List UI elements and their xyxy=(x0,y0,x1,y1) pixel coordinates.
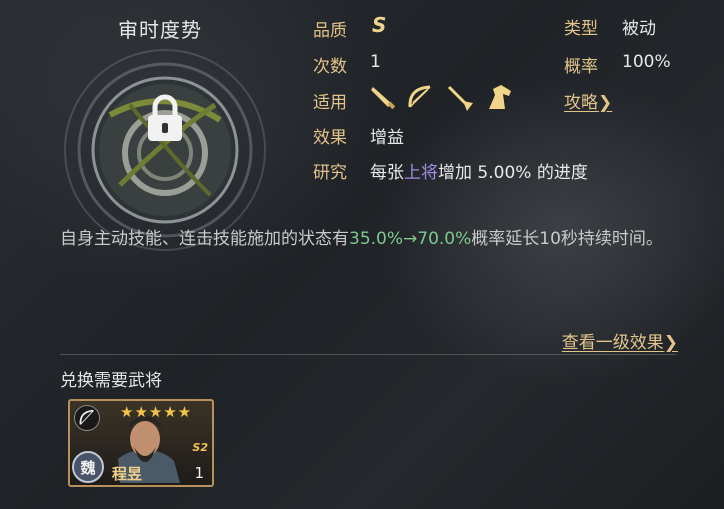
strategy-link-label: 攻略 xyxy=(564,93,598,113)
general-card[interactable]: ★★★★★ S2 魏 程昱 1 xyxy=(68,399,214,487)
research-post: 的进度 xyxy=(536,163,588,183)
view-level-link-label: 查看一级效果 xyxy=(561,333,664,353)
rate-value: 100% xyxy=(622,52,671,72)
effect-value: 增益 xyxy=(370,128,404,148)
horse-icon xyxy=(489,85,511,109)
chevron-right-icon: ❯ xyxy=(598,93,613,113)
general-level: 1 xyxy=(194,464,204,482)
research-label: 研究 xyxy=(313,163,347,183)
general-stars: ★★★★★ xyxy=(120,403,193,421)
general-season-badge: S2 xyxy=(192,441,208,454)
research-amount: 5.00% xyxy=(477,163,532,183)
divider xyxy=(60,354,676,355)
count-value: 1 xyxy=(370,52,381,72)
effect-label: 效果 xyxy=(313,128,347,148)
type-value: 被动 xyxy=(622,19,656,39)
research-highlight: 上将 xyxy=(404,163,438,183)
exchange-title: 兑换需要武将 xyxy=(60,371,162,391)
applicable-label: 适用 xyxy=(313,93,347,113)
description-pre: 自身主动技能、连击技能施加的状态有 xyxy=(60,229,349,249)
research-mid: 增加 xyxy=(438,163,472,183)
sword-icon xyxy=(371,87,396,110)
strategy-link[interactable]: 攻略❯ xyxy=(564,88,612,113)
view-level-one-effect-link[interactable]: 查看一级效果❯ xyxy=(562,328,678,353)
bow-icon xyxy=(408,85,431,108)
general-name: 程昱 xyxy=(112,465,143,483)
description-post: 概率延长10秒持续时间。 xyxy=(471,229,663,249)
quality-label: 品质 xyxy=(313,21,347,41)
quality-value: S xyxy=(372,13,387,37)
chevron-right-icon: ❯ xyxy=(663,333,678,353)
skill-title: 审时度势 xyxy=(118,18,202,42)
type-label: 类型 xyxy=(564,19,598,39)
general-faction-badge: 魏 xyxy=(72,451,104,483)
research-pre: 每张 xyxy=(370,163,404,183)
description-highlight: 35.0%→70.0% xyxy=(349,229,472,249)
count-label: 次数 xyxy=(313,57,347,77)
spear-icon xyxy=(447,85,473,111)
research-text: 每张上将增加 5.00% 的进度 xyxy=(370,158,588,183)
bow-icon xyxy=(74,405,100,431)
skill-description: 自身主动技能、连击技能施加的状态有35.0%→70.0%概率延长10秒持续时间。 xyxy=(60,224,680,254)
rate-label: 概率 xyxy=(564,57,598,77)
